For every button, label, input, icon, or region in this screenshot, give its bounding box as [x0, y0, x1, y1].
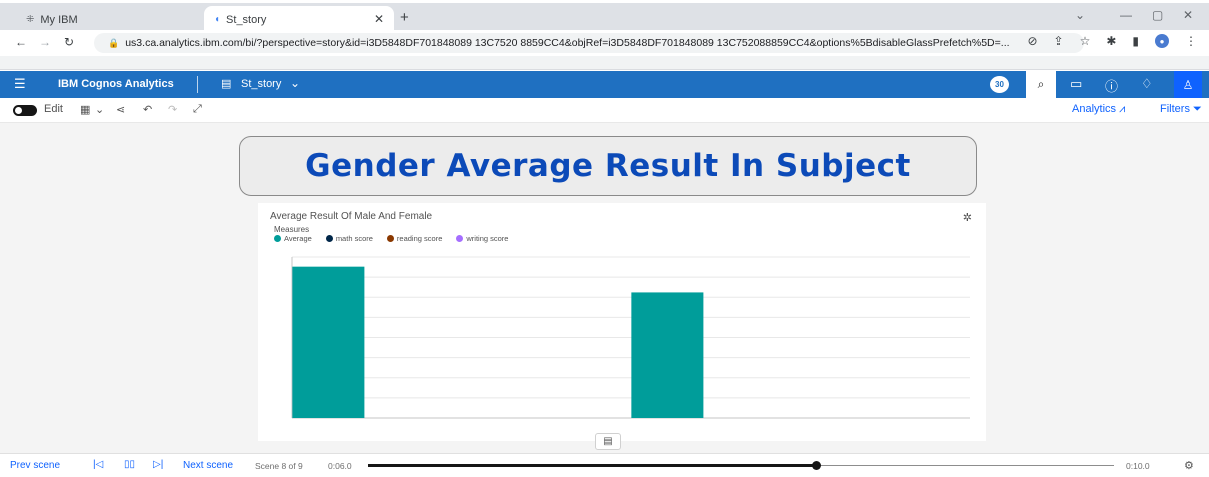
browser-menu-icon[interactable]: ⋮: [1185, 34, 1197, 48]
cognos-icon: ◖: [214, 14, 221, 25]
search-icon[interactable]: ⌕: [1026, 71, 1056, 98]
chevron-down-icon[interactable]: ⌄: [95, 103, 104, 116]
fullscreen-icon[interactable]: ⤢: [193, 103, 202, 116]
undo-icon[interactable]: ↶: [143, 103, 152, 116]
timeline-knob[interactable]: [811, 461, 821, 470]
url-field[interactable]: 🔒 us3.ca.analytics.ibm.com/bi/?perspecti…: [94, 33, 1084, 53]
story-name[interactable]: St_story: [241, 78, 281, 90]
playback-bar: Prev scene |◁ ▯▯ ▷| Next scene Scene 8 o…: [0, 453, 1209, 477]
lock-icon: 🔒: [108, 37, 120, 48]
tab-title: St_story: [226, 13, 267, 26]
share-icon[interactable]: ⇪: [1054, 34, 1064, 48]
next-scene-button[interactable]: Next scene: [183, 460, 233, 471]
cognos-header: ☰ IBM Cognos Analytics ▤ St_story ⌄ 30 ⌕…: [0, 71, 1209, 98]
notification-count-badge[interactable]: 30: [990, 76, 1009, 93]
bar-average[interactable]: [292, 266, 365, 418]
new-tab-button[interactable]: +: [400, 9, 409, 26]
bookmarks-strip: [0, 56, 1209, 70]
scene-overview-icon[interactable]: ▤: [595, 433, 621, 450]
forward-icon[interactable]: →: [34, 35, 56, 49]
maximize-icon[interactable]: ▢: [1152, 8, 1163, 22]
timeline-progress: [368, 464, 816, 467]
help-icon[interactable]: ⓘ: [1105, 76, 1118, 95]
analytics-chart-icon: ⩘: [1119, 103, 1126, 115]
extensions-icon[interactable]: ✱: [1106, 34, 1116, 48]
app-brand: IBM Cognos Analytics: [58, 78, 174, 90]
chat-icon[interactable]: ▭: [1070, 76, 1082, 92]
settings-gear-icon[interactable]: ⚙: [1184, 459, 1194, 472]
share-icon[interactable]: ⋖: [116, 103, 125, 116]
scene-title: Gender Average Result In Subject: [305, 148, 911, 184]
filters-label: Filters: [1160, 103, 1190, 115]
skip-back-icon[interactable]: |◁: [93, 459, 103, 470]
story-toolbar: Edit ▦ ⌄ ⋖ ↶ ↷ ⤢ Analytics ⩘ Filters ⏷: [0, 98, 1209, 123]
sidebar-icon[interactable]: ▮: [1132, 34, 1139, 48]
user-avatar-icon[interactable]: ♙: [1174, 71, 1202, 98]
edit-label: Edit: [44, 103, 63, 115]
close-tab-icon[interactable]: ✕: [374, 12, 384, 26]
bookmark-star-icon[interactable]: ☆: [1080, 34, 1091, 48]
chevron-down-icon[interactable]: ⌄: [290, 76, 300, 90]
layout-icon[interactable]: ▦: [80, 103, 90, 116]
redo-icon[interactable]: ↷: [168, 103, 177, 116]
story-icon: ▤: [221, 78, 232, 90]
minimize-icon[interactable]: —: [1120, 8, 1132, 22]
current-time: 0:06.0: [328, 461, 352, 471]
browser-tab-my-ibm[interactable]: ⁜ My IBM ✕: [16, 6, 224, 33]
scene-counter: Scene 8 of 9: [255, 461, 303, 471]
bar-chart: [291, 256, 970, 419]
chart-widget[interactable]: Average Result Of Male And Female ✲ Meas…: [258, 203, 986, 441]
edit-toggle[interactable]: [13, 105, 37, 116]
browser-actions: ⊘ ⇪ ☆ ✱ ▮ ● ⋮: [1027, 34, 1197, 48]
filters-button[interactable]: Filters ⏷: [1160, 103, 1202, 116]
analytics-button[interactable]: Analytics ⩘: [1072, 103, 1125, 116]
tab-title: My IBM: [40, 13, 78, 26]
bar-average[interactable]: [631, 292, 704, 418]
hamburger-menu-icon[interactable]: ☰: [14, 76, 26, 92]
end-time: 0:10.0: [1126, 461, 1150, 471]
eye-slash-icon[interactable]: ⊘: [1027, 34, 1037, 48]
ibm-icon: ⁜: [26, 14, 35, 25]
browser-tab-st-story[interactable]: ◖ St_story ✕: [204, 6, 394, 33]
scene-title-box: Gender Average Result In Subject: [239, 136, 977, 196]
filter-icon: ⏷: [1193, 103, 1202, 115]
prev-scene-button[interactable]: Prev scene: [10, 460, 60, 471]
browser-tab-strip: ⁜ My IBM ✕ ◖ St_story ✕ + ⌄ — ▢ ✕: [0, 0, 1209, 33]
reload-icon[interactable]: ↻: [58, 35, 80, 49]
profile-extension-icon[interactable]: ●: [1155, 34, 1169, 48]
notifications-bell-icon[interactable]: ♢: [1141, 76, 1153, 92]
skip-forward-icon[interactable]: ▷|: [153, 459, 163, 470]
close-window-icon[interactable]: ✕: [1183, 8, 1193, 22]
url-text: us3.ca.analytics.ibm.com/bi/?perspective…: [125, 37, 1010, 49]
tab-search-icon[interactable]: ⌄: [1075, 8, 1085, 22]
pause-icon[interactable]: ▯▯: [124, 459, 135, 470]
back-icon[interactable]: ←: [10, 35, 32, 49]
analytics-label: Analytics: [1072, 103, 1117, 115]
header-divider: [197, 76, 198, 93]
